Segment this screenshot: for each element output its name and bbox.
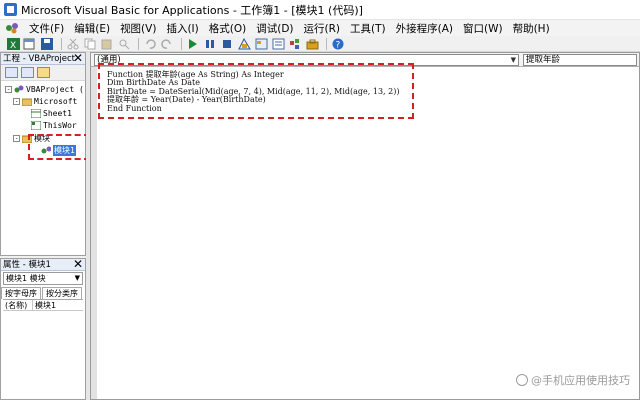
copy-icon[interactable] xyxy=(83,38,97,50)
menu-debug[interactable]: 调试(D) xyxy=(251,21,298,36)
window-title: Microsoft Visual Basic for Applications … xyxy=(21,3,363,17)
project-explorer-pane: 工程 - VBAProject ✕ - VBAProject ( - Micro… xyxy=(0,52,86,256)
toggle-folders-button[interactable] xyxy=(37,67,50,78)
close-icon[interactable]: ✕ xyxy=(73,258,83,270)
menu-edit[interactable]: 编辑(E) xyxy=(69,21,115,36)
tree-item-module1[interactable]: 模块1 xyxy=(41,145,76,156)
properties-tabs: 按字母序 按分类序 xyxy=(1,286,85,299)
chevron-down-icon: ▼ xyxy=(510,56,516,64)
code-window-header: (通用) ▼ 提取年龄 xyxy=(91,53,639,67)
view-object-button[interactable] xyxy=(21,67,34,78)
watermark-text: @手机应用使用技巧 xyxy=(531,374,630,387)
menu-file[interactable]: 文件(F) xyxy=(24,21,69,36)
project-explorer-icon[interactable] xyxy=(254,38,268,50)
object-browser-icon[interactable] xyxy=(288,38,302,50)
menu-window[interactable]: 窗口(W) xyxy=(458,21,508,36)
view-code-button[interactable] xyxy=(5,67,18,78)
reset-icon[interactable] xyxy=(220,38,234,50)
paste-icon[interactable] xyxy=(100,38,114,50)
toolbar-separator xyxy=(181,37,182,50)
menu-help[interactable]: 帮助(H) xyxy=(508,21,555,36)
toolbar-separator xyxy=(138,37,139,50)
break-icon[interactable] xyxy=(203,38,217,50)
vbaproject-icon xyxy=(14,85,24,93)
insert-module-icon[interactable] xyxy=(23,38,37,50)
workbook-icon xyxy=(31,121,41,130)
tree-item-sheet1[interactable]: Sheet1 xyxy=(31,109,72,118)
chevron-down-icon: ▼ xyxy=(74,274,80,282)
cut-icon[interactable] xyxy=(66,38,80,50)
menu-run[interactable]: 运行(R) xyxy=(299,21,346,36)
properties-icon[interactable] xyxy=(271,38,285,50)
project-pane-toolbar xyxy=(1,65,85,81)
object-selector[interactable]: 模块1 模块 ▼ xyxy=(3,272,83,285)
property-name: (名称) xyxy=(3,300,33,310)
code-editor[interactable]: Function 提取年龄(age As String) As Integer … xyxy=(91,67,639,399)
tree-item-excel-objects[interactable]: - Microsoft xyxy=(13,97,77,106)
properties-pane-title: 属性 - 模块1 ✕ xyxy=(1,258,85,271)
properties-pane-title-text: 属性 - 模块1 xyxy=(3,260,51,270)
save-icon[interactable] xyxy=(40,37,54,50)
property-row[interactable]: (名称) 模块1 xyxy=(3,300,83,311)
collapse-toggle[interactable]: - xyxy=(13,98,20,105)
object-combo-value: (通用) xyxy=(97,55,121,65)
toolbox-icon[interactable] xyxy=(305,38,319,50)
folder-icon xyxy=(22,135,32,143)
excel-icon[interactable]: X xyxy=(6,37,20,50)
object-combo[interactable]: (通用) ▼ xyxy=(94,54,519,66)
help-icon[interactable]: ? xyxy=(331,38,345,50)
menu-tools[interactable]: 工具(T) xyxy=(345,21,391,36)
watermark-logo-icon xyxy=(516,374,528,386)
vba-app-icon xyxy=(4,3,17,16)
redo-icon[interactable] xyxy=(160,38,174,50)
properties-pane: 属性 - 模块1 ✕ 模块1 模块 ▼ 按字母序 按分类序 (名称) 模块1 xyxy=(0,258,86,400)
properties-grid: (名称) 模块1 xyxy=(3,299,83,311)
vba-menu-icon[interactable] xyxy=(4,21,20,35)
find-icon[interactable] xyxy=(117,38,131,50)
collapse-toggle[interactable]: - xyxy=(5,86,12,93)
property-value[interactable]: 模块1 xyxy=(33,300,56,310)
run-icon[interactable] xyxy=(186,38,200,50)
menu-format[interactable]: 格式(O) xyxy=(204,21,251,36)
watermark: @手机应用使用技巧 xyxy=(516,372,630,388)
menu-view[interactable]: 视图(V) xyxy=(115,21,161,36)
worksheet-icon xyxy=(31,109,41,118)
menu-addins[interactable]: 外接程序(A) xyxy=(391,21,458,36)
menu-insert[interactable]: 插入(I) xyxy=(161,21,203,36)
tree-item-label: 模块 xyxy=(34,134,50,143)
svg-text:?: ? xyxy=(336,40,341,50)
project-pane-title: 工程 - VBAProject ✕ xyxy=(1,52,85,65)
procedure-combo[interactable]: 提取年龄 xyxy=(523,54,637,66)
tree-item-label: VBAProject ( xyxy=(26,85,84,94)
toolbar-separator xyxy=(61,37,62,50)
title-bar: Microsoft Visual Basic for Applications … xyxy=(0,0,640,20)
svg-text:X: X xyxy=(10,41,16,50)
tree-item-label: Microsoft xyxy=(34,97,78,106)
folder-icon xyxy=(22,98,32,106)
tree-item-label: 模块1 xyxy=(53,145,76,156)
close-icon[interactable]: ✕ xyxy=(73,52,83,64)
toolbar-separator xyxy=(326,37,327,50)
code-text[interactable]: Function 提取年龄(age As String) As Integer … xyxy=(107,70,399,113)
collapse-toggle[interactable]: - xyxy=(13,135,20,142)
project-pane-title-text: 工程 - VBAProject xyxy=(3,54,76,64)
module-icon xyxy=(41,146,51,154)
tree-item-label: Sheet1 xyxy=(43,109,72,118)
tab-categorized[interactable]: 按分类序 xyxy=(42,287,82,299)
object-selector-value: 模块1 模块 xyxy=(6,274,46,283)
design-mode-icon[interactable] xyxy=(237,37,251,50)
menu-bar: 文件(F) 编辑(E) 视图(V) 插入(I) 格式(O) 调试(D) 运行(R… xyxy=(0,20,640,36)
undo-icon[interactable] xyxy=(143,38,157,50)
standard-toolbar: X ? xyxy=(0,36,640,52)
tree-item-thisworkbook[interactable]: ThisWor xyxy=(31,121,77,130)
procedure-combo-value: 提取年龄 xyxy=(526,55,561,65)
tree-item-label: ThisWor xyxy=(43,121,77,130)
code-window: (通用) ▼ 提取年龄 Function 提取年龄(age As String)… xyxy=(90,52,640,400)
tab-alphabetic[interactable]: 按字母序 xyxy=(1,287,41,299)
tree-item-vbaproject[interactable]: - VBAProject ( xyxy=(5,85,84,94)
code-line[interactable]: End Function xyxy=(107,104,399,113)
tree-item-modules-folder[interactable]: - 模块 xyxy=(13,133,50,144)
